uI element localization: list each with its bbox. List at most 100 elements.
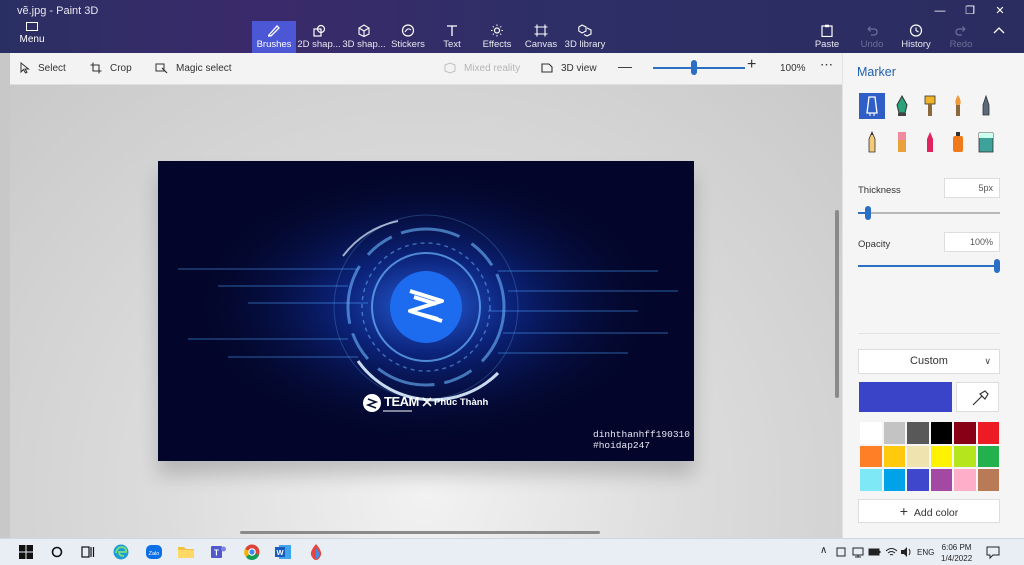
zoom-slider-track[interactable] [653,67,745,69]
word-icon[interactable]: W [274,543,292,561]
watercolor-button[interactable] [945,93,971,119]
tab-brushes[interactable]: Brushes [252,21,296,53]
menu-button[interactable]: Menu [14,22,50,52]
plus-icon: + [747,56,757,73]
minimize-button[interactable]: — [925,2,955,20]
color-swatch[interactable] [953,444,977,468]
pencil-button[interactable] [859,129,885,155]
pixel-pen-button[interactable] [973,93,999,119]
opacity-slider[interactable] [858,259,1000,273]
paste-button[interactable]: Paste [811,21,843,53]
opacity-slider-thumb[interactable] [994,259,1000,273]
tab-2d-shapes[interactable]: 2D shap... [297,21,341,53]
language-indicator[interactable]: ENG [917,548,934,557]
tab-canvas[interactable]: Canvas [523,21,559,53]
fill-bucket-icon [978,132,994,153]
drawing-canvas[interactable]: TEAM Phúc Thành dinhthanhff190310 #hoida… [158,161,694,461]
color-swatch[interactable] [859,444,883,468]
windows-start-icon[interactable] [17,543,35,561]
network-icon[interactable] [852,543,864,561]
zoom-in-button[interactable]: + [747,56,757,74]
spray-can-button[interactable] [945,129,971,155]
thickness-slider[interactable] [858,206,1000,220]
color-swatch[interactable] [929,421,953,445]
2d-shapes-icon [313,24,326,37]
cube-icon [358,24,370,37]
maximize-button[interactable]: ❐ [955,2,985,20]
current-color-swatch[interactable] [859,382,952,412]
opacity-slider-fill [858,265,997,267]
color-swatch[interactable] [929,444,953,468]
tab-3d-library[interactable]: 3D library [564,21,606,53]
more-options-button[interactable]: ⋯ [820,58,833,74]
wifi-icon[interactable] [885,543,898,561]
history-clock-icon [909,24,923,37]
color-swatch[interactable] [882,444,906,468]
eraser-button[interactable] [889,129,915,155]
history-button[interactable]: History [899,21,933,53]
zoom-percentage[interactable]: 100% [780,62,806,78]
thickness-slider-thumb[interactable] [865,206,871,220]
3d-view-button[interactable]: 3D view [541,62,597,78]
color-swatch[interactable] [882,421,906,445]
search-icon[interactable] [48,543,66,561]
magic-select-tool[interactable]: Magic select [155,62,232,78]
color-mode-dropdown[interactable]: Custom ∨ [858,349,1000,374]
horizontal-scrollbar[interactable] [240,531,600,534]
oil-brush-button[interactable] [917,93,943,119]
mixed-reality-button[interactable]: Mixed reality [444,62,520,78]
system-clock[interactable]: 6:06 PM 1/4/2022 [941,542,972,564]
select-tool[interactable]: Select [20,61,66,78]
opacity-input[interactable]: 100% [944,232,1000,252]
vertical-scrollbar[interactable] [835,210,839,398]
tab-stickers[interactable]: Stickers [388,21,428,53]
close-button[interactable]: ✕ [985,2,1015,20]
color-swatch[interactable] [953,421,977,445]
marker-brush-button[interactable] [859,93,885,119]
paint-3d-icon[interactable] [307,543,325,561]
crop-tool[interactable]: Crop [90,62,132,78]
color-palette [859,421,1000,492]
color-swatch[interactable] [976,421,1000,445]
zalo-icon[interactable]: Zalo [145,543,163,561]
color-swatch[interactable] [976,444,1000,468]
file-explorer-icon[interactable] [177,543,195,561]
color-swatch[interactable] [953,468,977,492]
crayon-button[interactable] [917,129,943,155]
workspace: TEAM Phúc Thành dinhthanhff190310 #hoida… [10,85,842,538]
task-view-icon[interactable] [79,543,97,561]
redo-button[interactable]: Redo [946,21,976,53]
tab-text[interactable]: Text [434,21,470,53]
meet-now-icon[interactable] [836,543,848,561]
undo-icon [867,26,878,36]
notification-icon[interactable] [986,543,1000,561]
color-swatch[interactable] [929,468,953,492]
add-color-button[interactable]: + Add color [858,499,1000,523]
show-hidden-icons-chevron-icon[interactable]: ∧ [820,545,827,556]
undo-button[interactable]: Undo [857,21,887,53]
color-swatch[interactable] [859,421,883,445]
color-swatch[interactable] [906,468,930,492]
marker-icon [866,96,878,116]
collapse-ribbon-button[interactable] [988,21,1010,53]
battery-icon[interactable] [868,543,882,561]
pencil-icon [868,130,876,153]
secondary-toolbar: Select Crop Magic select Mixed reality 3… [10,53,842,85]
color-swatch[interactable] [882,468,906,492]
color-swatch[interactable] [906,421,930,445]
zoom-out-button[interactable]: — [618,59,632,75]
eyedropper-button[interactable] [956,382,999,412]
fill-button[interactable] [973,129,999,155]
color-swatch[interactable] [906,444,930,468]
zoom-slider-thumb[interactable] [691,60,697,75]
calligraphy-pen-button[interactable] [889,93,915,119]
tab-effects[interactable]: Effects [478,21,516,53]
teams-icon[interactable]: T [209,543,227,561]
tab-3d-shapes[interactable]: 3D shap... [342,21,386,53]
color-swatch[interactable] [976,468,1000,492]
edge-browser-icon[interactable] [112,543,130,561]
thickness-input[interactable]: 5px [944,178,1000,198]
chrome-icon[interactable] [243,543,261,561]
color-swatch[interactable] [859,468,883,492]
volume-icon[interactable] [900,543,913,561]
